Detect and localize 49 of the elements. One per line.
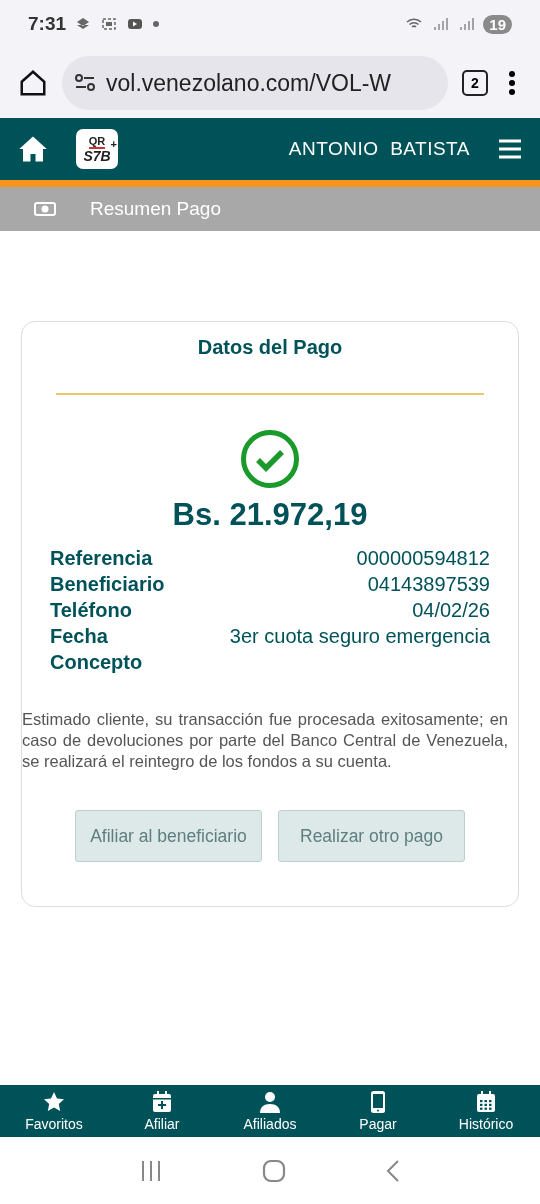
detail-value: 04/02/26 [412, 598, 490, 623]
nav-label: Pagar [359, 1116, 397, 1132]
signal-icon [457, 16, 476, 32]
user-name: ANTONIO BATISTA [288, 138, 470, 160]
nav-label: Afiliar [144, 1116, 180, 1132]
tab-count[interactable]: 2 [462, 70, 488, 96]
detail-label: Referencia [50, 546, 154, 571]
payment-amount: Bs. 21.972,19 [172, 497, 368, 533]
nav-label: Favoritos [25, 1116, 83, 1132]
detail-label: Fecha [50, 624, 109, 649]
address-bar[interactable]: vol.venezolano.com/VOL-W [62, 56, 448, 110]
nav-item[interactable]: Afiliar [112, 1085, 212, 1137]
detail-value: 04143897539 [367, 572, 490, 597]
url-text: vol.venezolano.com/VOL-W [106, 69, 392, 97]
nav-item[interactable]: Favoritos [4, 1085, 104, 1137]
section-title: Resumen Pago [90, 198, 221, 220]
dot-icon [152, 20, 161, 28]
nav-label: Histórico [458, 1116, 514, 1132]
screenshot-icon [100, 16, 119, 32]
home-icon[interactable] [18, 135, 48, 163]
menu-icon[interactable] [498, 138, 522, 160]
nav-item[interactable]: Afiliados [220, 1085, 320, 1137]
banknote-icon [34, 202, 56, 216]
detail-label: Teléfono [50, 598, 133, 623]
confirmation-message: Estimado cliente, su transacción fue procesada exitosamente; en caso de devoluciones por parte del Banco Central de Venezuela, se realizará el reintegro de los fondos a su cuenta. [22, 709, 508, 772]
signal-icon [431, 16, 450, 32]
card-title: Datos del Pago [197, 335, 343, 359]
action-button[interactable]: Realizar otro pago [278, 810, 465, 862]
video-icon [126, 16, 145, 32]
detail-value: 3er cuota seguro emergencia [229, 624, 490, 649]
detail-label: Concepto [50, 650, 144, 675]
home-icon[interactable] [18, 68, 48, 98]
check-circle-icon [240, 429, 300, 489]
nav-item[interactable]: Pagar [328, 1085, 428, 1137]
detail-label: Beneficiario [50, 572, 165, 597]
star-icon [42, 1090, 66, 1114]
status-time: 7:31 [28, 13, 67, 35]
battery-level: 19 [483, 14, 512, 34]
action-button[interactable]: Afiliar al beneficiario [75, 810, 262, 862]
site-settings-icon[interactable] [74, 73, 96, 93]
calendar-plus-icon [150, 1090, 174, 1114]
person-icon [258, 1090, 282, 1114]
app-logo: QR S7B + [76, 129, 118, 169]
nav-label: Afiliados [243, 1116, 297, 1132]
detail-value: 000000594812 [356, 546, 490, 571]
home-button-icon[interactable] [262, 1158, 286, 1183]
nav-item[interactable]: Histórico [436, 1085, 536, 1137]
calendar-icon [474, 1090, 498, 1114]
back-icon[interactable] [384, 1158, 401, 1183]
